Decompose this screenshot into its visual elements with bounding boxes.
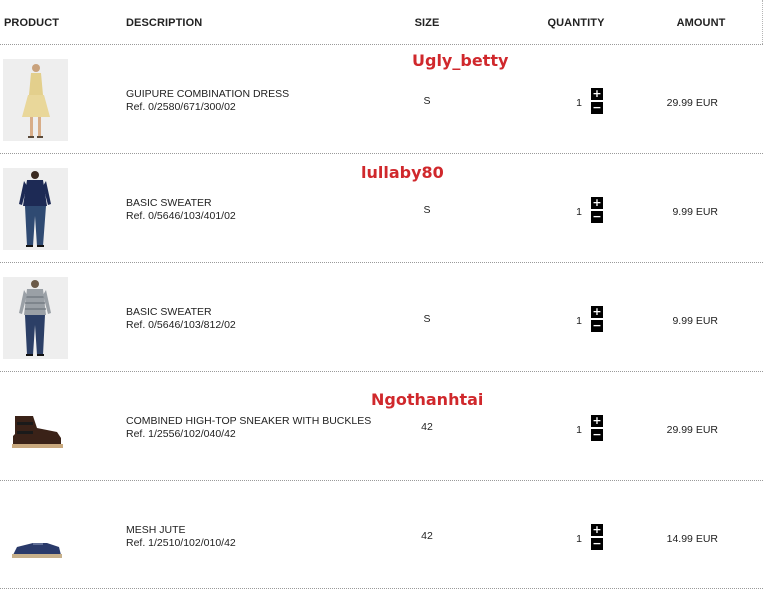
item-quantity: 1 <box>576 424 582 436</box>
table-row: COMBINED HIGH-TOP SNEAKER WITH BUCKLES R… <box>0 372 766 480</box>
decrease-quantity-button[interactable]: − <box>591 102 603 114</box>
watermark-text: Ugly_betty <box>412 51 509 70</box>
table-row: BASIC SWEATER Ref. 0/5646/103/812/02 S 1… <box>0 263 766 371</box>
header-size: SIZE <box>414 17 440 29</box>
item-size: S <box>423 313 431 325</box>
item-description: BASIC SWEATER Ref. 0/5646/103/401/02 <box>126 197 236 223</box>
item-quantity: 1 <box>576 533 582 545</box>
increase-quantity-button[interactable]: + <box>591 88 603 100</box>
quantity-stepper: + − <box>591 88 603 116</box>
item-size: S <box>423 204 431 216</box>
item-quantity: 1 <box>576 315 582 327</box>
item-size: S <box>423 95 431 107</box>
product-image[interactable] <box>3 495 68 577</box>
decrease-quantity-button[interactable]: − <box>591 538 603 550</box>
decrease-quantity-button[interactable]: − <box>591 320 603 332</box>
product-image[interactable] <box>3 168 68 250</box>
item-amount: 9.99 EUR <box>672 315 718 327</box>
item-ref: Ref. 1/2510/102/010/42 <box>126 537 236 549</box>
item-name: MESH JUTE <box>126 524 186 536</box>
quantity-stepper: + − <box>591 524 603 552</box>
item-ref: Ref. 0/2580/671/300/02 <box>126 101 236 113</box>
item-description: COMBINED HIGH-TOP SNEAKER WITH BUCKLES R… <box>126 415 371 441</box>
table-row: GUIPURE COMBINATION DRESS Ref. 0/2580/67… <box>0 45 766 153</box>
increase-quantity-button[interactable]: + <box>591 415 603 427</box>
item-name: BASIC SWEATER <box>126 197 212 209</box>
header-description: DESCRIPTION <box>126 17 203 29</box>
product-image[interactable] <box>3 386 68 468</box>
quantity-stepper: + − <box>591 306 603 334</box>
item-description: BASIC SWEATER Ref. 0/5646/103/812/02 <box>126 306 236 332</box>
item-quantity: 1 <box>576 97 582 109</box>
item-amount: 29.99 EUR <box>666 97 718 109</box>
quantity-stepper: + − <box>591 197 603 225</box>
increase-quantity-button[interactable]: + <box>591 524 603 536</box>
header-product: PRODUCT <box>4 17 60 29</box>
item-name: GUIPURE COMBINATION DRESS <box>126 88 290 100</box>
header-amount: AMOUNT <box>676 17 726 29</box>
item-amount: 29.99 EUR <box>666 424 718 436</box>
table-row: MESH JUTE Ref. 1/2510/102/010/42 42 1 + … <box>0 481 766 589</box>
item-description: GUIPURE COMBINATION DRESS Ref. 0/2580/67… <box>126 88 289 114</box>
item-size: 42 <box>421 421 433 433</box>
decrease-quantity-button[interactable]: − <box>591 429 603 441</box>
item-ref: Ref. 1/2556/102/040/42 <box>126 428 236 440</box>
decrease-quantity-button[interactable]: − <box>591 211 603 223</box>
item-size: 42 <box>421 530 433 542</box>
item-amount: 14.99 EUR <box>666 533 718 545</box>
item-quantity: 1 <box>576 206 582 218</box>
item-ref: Ref. 0/5646/103/401/02 <box>126 210 236 222</box>
item-name: BASIC SWEATER <box>126 306 212 318</box>
right-border <box>762 0 763 44</box>
watermark-text: Ngothanhtai <box>371 390 484 409</box>
item-amount: 9.99 EUR <box>672 206 718 218</box>
header-quantity: QUANTITY <box>547 17 605 29</box>
increase-quantity-button[interactable]: + <box>591 306 603 318</box>
item-ref: Ref. 0/5646/103/812/02 <box>126 319 236 331</box>
quantity-stepper: + − <box>591 415 603 443</box>
item-name: COMBINED HIGH-TOP SNEAKER WITH BUCKLES <box>126 415 372 427</box>
watermark-text: lullaby80 <box>361 163 444 182</box>
item-description: MESH JUTE Ref. 1/2510/102/010/42 <box>126 524 236 550</box>
increase-quantity-button[interactable]: + <box>591 197 603 209</box>
product-image[interactable] <box>3 277 68 359</box>
product-image[interactable] <box>3 59 68 141</box>
